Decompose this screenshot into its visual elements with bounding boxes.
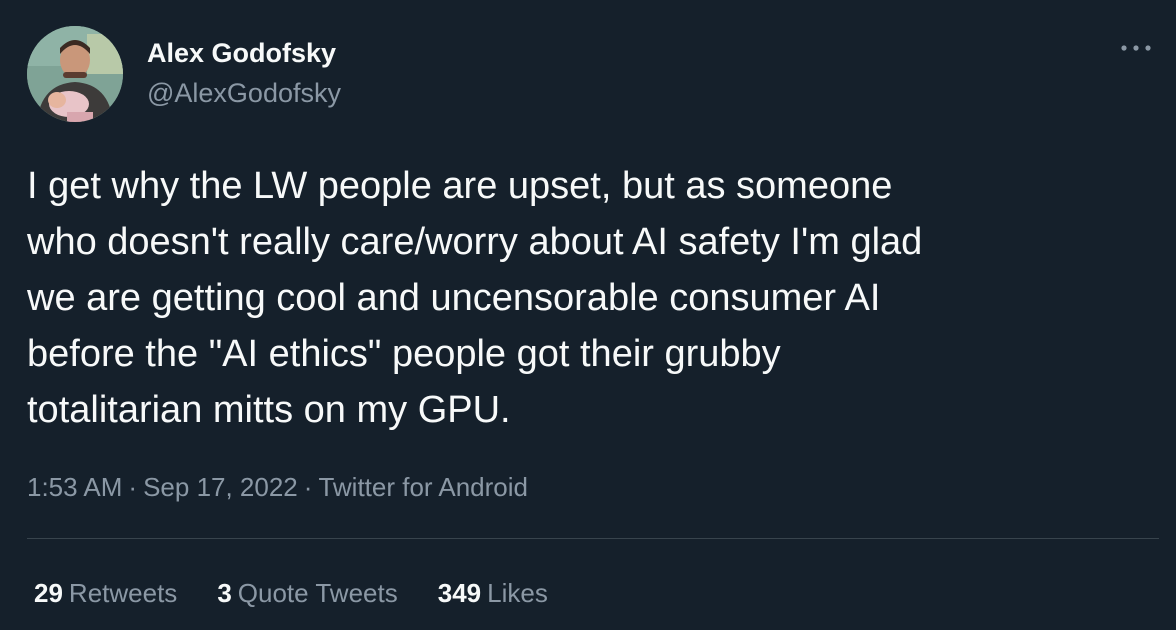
- tweet-card: Alex Godofsky @AlexGodofsky I get why th…: [0, 0, 1176, 630]
- tweet-time[interactable]: 1:53 AM: [27, 472, 122, 502]
- tweet-text-line: before the "AI ethics" people got their …: [27, 333, 781, 375]
- retweets-count: 29: [34, 578, 63, 608]
- tweet-text-line: I get why the LW people are upset, but a…: [27, 165, 893, 207]
- quote-tweets-label: Quote Tweets: [237, 578, 398, 608]
- likes-label: Likes: [487, 578, 548, 608]
- meta-separator: ·: [128, 472, 138, 502]
- retweets-label: Retweets: [68, 578, 178, 608]
- divider: [27, 538, 1159, 539]
- avatar[interactable]: [27, 26, 123, 122]
- tweet-metadata: 1:53 AM · Sep 17, 2022 · Twitter for Android: [27, 470, 528, 504]
- display-name[interactable]: Alex Godofsky: [147, 36, 341, 70]
- tweet-text: I get why the LW people are upset, but a…: [27, 158, 1152, 438]
- tweet-date[interactable]: Sep 17, 2022: [143, 472, 298, 502]
- engagement-stats: 29 Retweets 3 Quote Tweets 349 Likes: [34, 576, 548, 610]
- quote-tweets-stat[interactable]: 3 Quote Tweets: [217, 576, 397, 610]
- likes-stat[interactable]: 349 Likes: [438, 576, 548, 610]
- user-handle[interactable]: @AlexGodofsky: [147, 76, 341, 110]
- tweet-text-line: we are getting cool and uncensorable con…: [27, 277, 881, 319]
- retweets-stat[interactable]: 29 Retweets: [34, 576, 177, 610]
- quote-tweets-count: 3: [217, 578, 232, 608]
- likes-count: 349: [437, 578, 482, 608]
- tweet-text-line: totalitarian mitts on my GPU.: [27, 389, 511, 431]
- tweet-text-line: who doesn't really care/worry about AI s…: [27, 221, 923, 263]
- profile-photo-icon: [27, 26, 123, 122]
- ellipsis-icon[interactable]: [1118, 36, 1154, 60]
- meta-separator: ·: [303, 472, 313, 502]
- tweet-source[interactable]: Twitter for Android: [318, 472, 528, 502]
- author-info: Alex Godofsky @AlexGodofsky: [147, 36, 341, 110]
